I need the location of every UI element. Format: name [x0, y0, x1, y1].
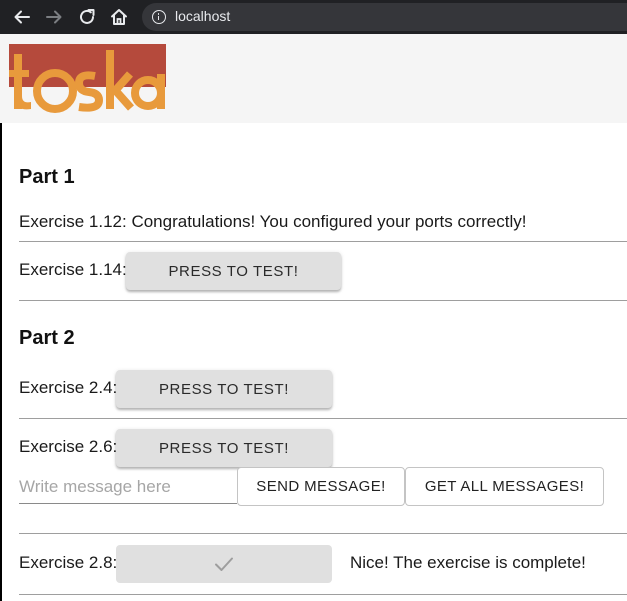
content-left-border [0, 123, 2, 601]
url-text[interactable]: localhost [175, 8, 230, 24]
message-input[interactable] [19, 470, 237, 504]
reload-icon[interactable] [76, 6, 98, 28]
back-arrow-icon[interactable] [11, 6, 33, 28]
check-icon [215, 557, 233, 571]
divider [19, 594, 627, 595]
home-icon[interactable] [108, 6, 130, 28]
forward-arrow-icon[interactable] [43, 6, 65, 28]
toska-logo [9, 44, 166, 113]
get-all-messages-button[interactable]: GET ALL MESSAGES! [405, 467, 604, 506]
exercise-1-14-test-button[interactable]: PRESS TO TEST! [126, 252, 341, 290]
exercise-2-8-complete-button[interactable] [116, 545, 332, 583]
divider [19, 418, 627, 419]
exercise-2-8-status: Nice! The exercise is complete! [350, 553, 586, 572]
divider [19, 533, 627, 534]
divider [19, 241, 627, 242]
part-1-heading: Part 1 [19, 166, 75, 188]
info-icon[interactable] [152, 10, 166, 24]
exercise-2-8-label: Exercise 2.8: [19, 553, 118, 572]
send-message-button[interactable]: SEND MESSAGE! [237, 467, 405, 506]
part-2-heading: Part 2 [19, 327, 75, 349]
divider [19, 300, 627, 301]
app-header [0, 34, 627, 123]
exercise-1-14-label: Exercise 1.14: [19, 260, 127, 279]
address-bar[interactable]: localhost [142, 3, 627, 31]
exercise-2-4-label: Exercise 2.4: [19, 378, 118, 397]
exercise-2-6-label: Exercise 2.6: [19, 437, 118, 456]
browser-toolbar: localhost [0, 0, 627, 34]
exercise-2-6-test-button[interactable]: PRESS TO TEST! [116, 429, 332, 467]
exercise-1-12-text: Exercise 1.12: Congratulations! You conf… [19, 212, 527, 231]
exercise-2-4-test-button[interactable]: PRESS TO TEST! [116, 370, 332, 408]
